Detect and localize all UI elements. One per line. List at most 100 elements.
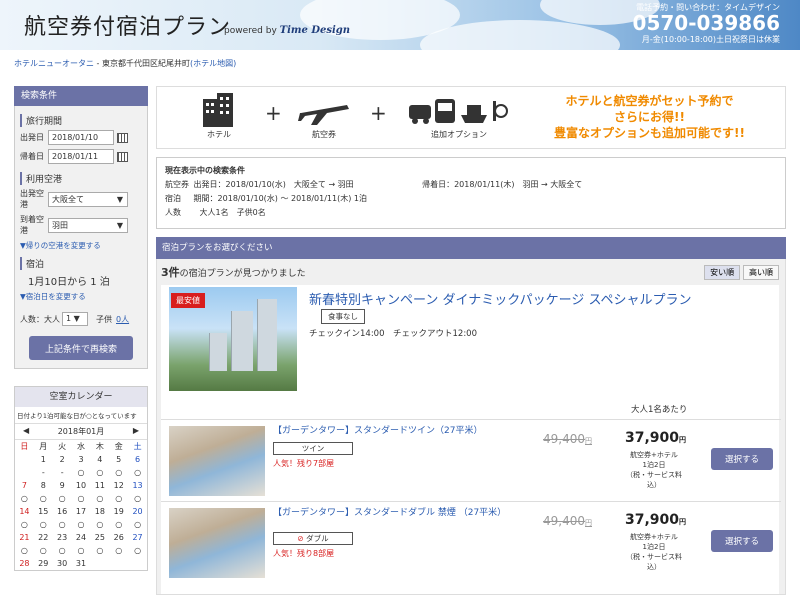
- search-conditions-title: 検索条件: [14, 86, 148, 106]
- to-airport-label: 到着空港: [20, 215, 44, 235]
- people-value: 大人1名 子供0名: [199, 208, 266, 217]
- availability-mark[interactable]: ○: [72, 466, 91, 479]
- rooms-remaining: 人気！残り8部屋: [273, 549, 335, 558]
- building-shape: [257, 299, 277, 371]
- calendar-date: 1: [40, 455, 46, 464]
- lowest-price-badge: 最安値: [171, 293, 205, 308]
- calendar-date: 24: [75, 533, 87, 542]
- room-row: 【ガーデンタワー】スタンダードツイン（27平米） ツイン 人気！残り7部屋 49…: [161, 419, 781, 499]
- change-return-airport-link[interactable]: ▼帰りの空港を変更する: [20, 240, 142, 251]
- next-month-icon[interactable]: ▶: [133, 426, 139, 437]
- return-date-input[interactable]: 2018/01/11: [48, 149, 114, 164]
- flight-return: 帰着日：2018/01/11(木) 羽田 → 大阪全て: [422, 180, 583, 189]
- plus-sign: +: [265, 101, 282, 125]
- availability-mark[interactable]: ○: [72, 492, 91, 505]
- hotel-map-link[interactable]: (ホテル地図): [190, 59, 236, 68]
- return-date-label: 帰着日: [20, 152, 44, 161]
- availability-mark[interactable]: ○: [128, 492, 147, 505]
- calendar-title: 空室カレンダー: [15, 387, 147, 407]
- powered-by: powered by Time Design: [224, 25, 350, 36]
- promo-line-3: 豊富なオプションも追加可能です!!: [554, 126, 745, 140]
- result-count-text: の宿泊プランが見つかりました: [179, 269, 306, 279]
- availability-mark[interactable]: ○: [128, 518, 147, 531]
- availability-mark: [15, 466, 34, 479]
- plan-title[interactable]: 新春特別キャンペーン ダイナミックパッケージ スペシャルプラン: [309, 289, 692, 308]
- calendar-date: 14: [19, 507, 30, 516]
- calendar-date: [109, 557, 128, 570]
- room-name[interactable]: 【ガーデンタワー】スタンダードツイン（27平米）: [273, 426, 503, 437]
- adults-select[interactable]: 1 ▼: [62, 312, 88, 326]
- availability-mark[interactable]: ○: [15, 492, 34, 505]
- availability-mark[interactable]: ○: [109, 466, 128, 479]
- yen-unit: 円: [679, 518, 687, 526]
- to-airport-row: 到着空港 羽田 ▼: [20, 214, 142, 236]
- availability-mark[interactable]: ○: [72, 518, 91, 531]
- children-label: 子供: [96, 314, 112, 324]
- site-title[interactable]: 航空券付宿泊プラン: [24, 9, 231, 41]
- availability-mark[interactable]: ○: [34, 518, 53, 531]
- adults-value: 1: [66, 314, 72, 323]
- availability-mark[interactable]: ○: [90, 466, 109, 479]
- calendar-icon[interactable]: [117, 151, 128, 162]
- calendar-date: 20: [132, 507, 143, 516]
- availability-calendar: 空室カレンダー 日付より1泊可能な日が○となっています ◀ 2018年01月 ▶…: [14, 386, 148, 571]
- sort-cheap-button[interactable]: 安い順: [704, 264, 741, 280]
- depart-date-input[interactable]: 2018/01/10: [48, 130, 114, 145]
- calendar-date: 25: [94, 533, 105, 542]
- calendar-date: 30: [57, 559, 68, 568]
- availability-mark[interactable]: ○: [15, 544, 34, 557]
- calendar-icon[interactable]: [117, 132, 128, 143]
- room-type-tag: ツイン: [273, 442, 353, 455]
- prev-month-icon[interactable]: ◀: [23, 426, 29, 437]
- to-airport-select[interactable]: 羽田 ▼: [48, 217, 128, 233]
- calendar-date: 7: [21, 481, 27, 490]
- building-shape: [209, 333, 227, 371]
- availability-mark[interactable]: ○: [15, 518, 34, 531]
- current-conditions: 現在表示中の検索条件 航空券 出発日：2018/01/10(水) 大阪全て → …: [156, 157, 786, 229]
- powered-by-label: powered by: [224, 26, 277, 36]
- weekday-header: 月: [39, 442, 48, 451]
- room-photo[interactable]: [169, 508, 265, 578]
- calendar-date: 4: [97, 455, 103, 464]
- research-button[interactable]: 上記条件で再検索: [29, 336, 133, 360]
- calendar-date: [15, 453, 34, 466]
- select-room-button[interactable]: 選択する: [711, 448, 773, 470]
- availability-mark[interactable]: ○: [34, 492, 53, 505]
- availability-mark: -: [60, 468, 64, 477]
- hotel-icon: [203, 93, 233, 127]
- availability-mark[interactable]: ○: [109, 544, 128, 557]
- availability-mark[interactable]: ○: [53, 518, 72, 531]
- meal-tag: 食事なし: [321, 309, 365, 324]
- availability-mark[interactable]: ○: [128, 544, 147, 557]
- weekday-header: 金: [114, 442, 123, 451]
- promo-text: ホテルと航空券がセット予約で さらにお得!! 豊富なオプションも追加可能です!!: [554, 93, 745, 141]
- children-link[interactable]: 0人: [116, 314, 129, 325]
- room-name[interactable]: 【ガーデンタワー】スタンダードダブル 禁煙 （27平米）: [273, 508, 506, 519]
- options-label: 追加オプション: [431, 130, 487, 139]
- from-airport-select[interactable]: 大阪全て ▼: [48, 191, 128, 207]
- sort-expensive-button[interactable]: 高い順: [743, 264, 779, 280]
- breadcrumb-hotel-link[interactable]: ホテルニューオータニ: [14, 59, 94, 68]
- availability-mark[interactable]: ○: [53, 544, 72, 557]
- availability-mark[interactable]: ○: [90, 544, 109, 557]
- availability-mark[interactable]: ○: [34, 544, 53, 557]
- from-airport-label: 出発空港: [20, 189, 44, 209]
- hotel-photo[interactable]: 最安値: [169, 287, 297, 391]
- calendar-month-nav: ◀ 2018年01月 ▶: [15, 423, 147, 440]
- calendar-date: 28: [19, 559, 30, 568]
- availability-mark[interactable]: ○: [90, 492, 109, 505]
- people-row: 人数：大人 1 ▼ 子供 0人: [20, 312, 142, 326]
- yen-unit: 円: [585, 519, 592, 527]
- weekday-header: 日: [20, 442, 29, 451]
- select-room-button[interactable]: 選択する: [711, 530, 773, 552]
- change-stay-link[interactable]: ▼宿泊日を変更する: [20, 291, 142, 302]
- from-airport-value: 大阪全て: [52, 194, 84, 204]
- availability-mark[interactable]: ○: [90, 518, 109, 531]
- flight-label: 航空券: [312, 130, 336, 139]
- availability-mark[interactable]: ○: [109, 492, 128, 505]
- availability-mark[interactable]: ○: [109, 518, 128, 531]
- availability-mark[interactable]: ○: [53, 492, 72, 505]
- room-photo[interactable]: [169, 426, 265, 496]
- availability-mark[interactable]: ○: [72, 544, 91, 557]
- availability-mark[interactable]: ○: [128, 466, 147, 479]
